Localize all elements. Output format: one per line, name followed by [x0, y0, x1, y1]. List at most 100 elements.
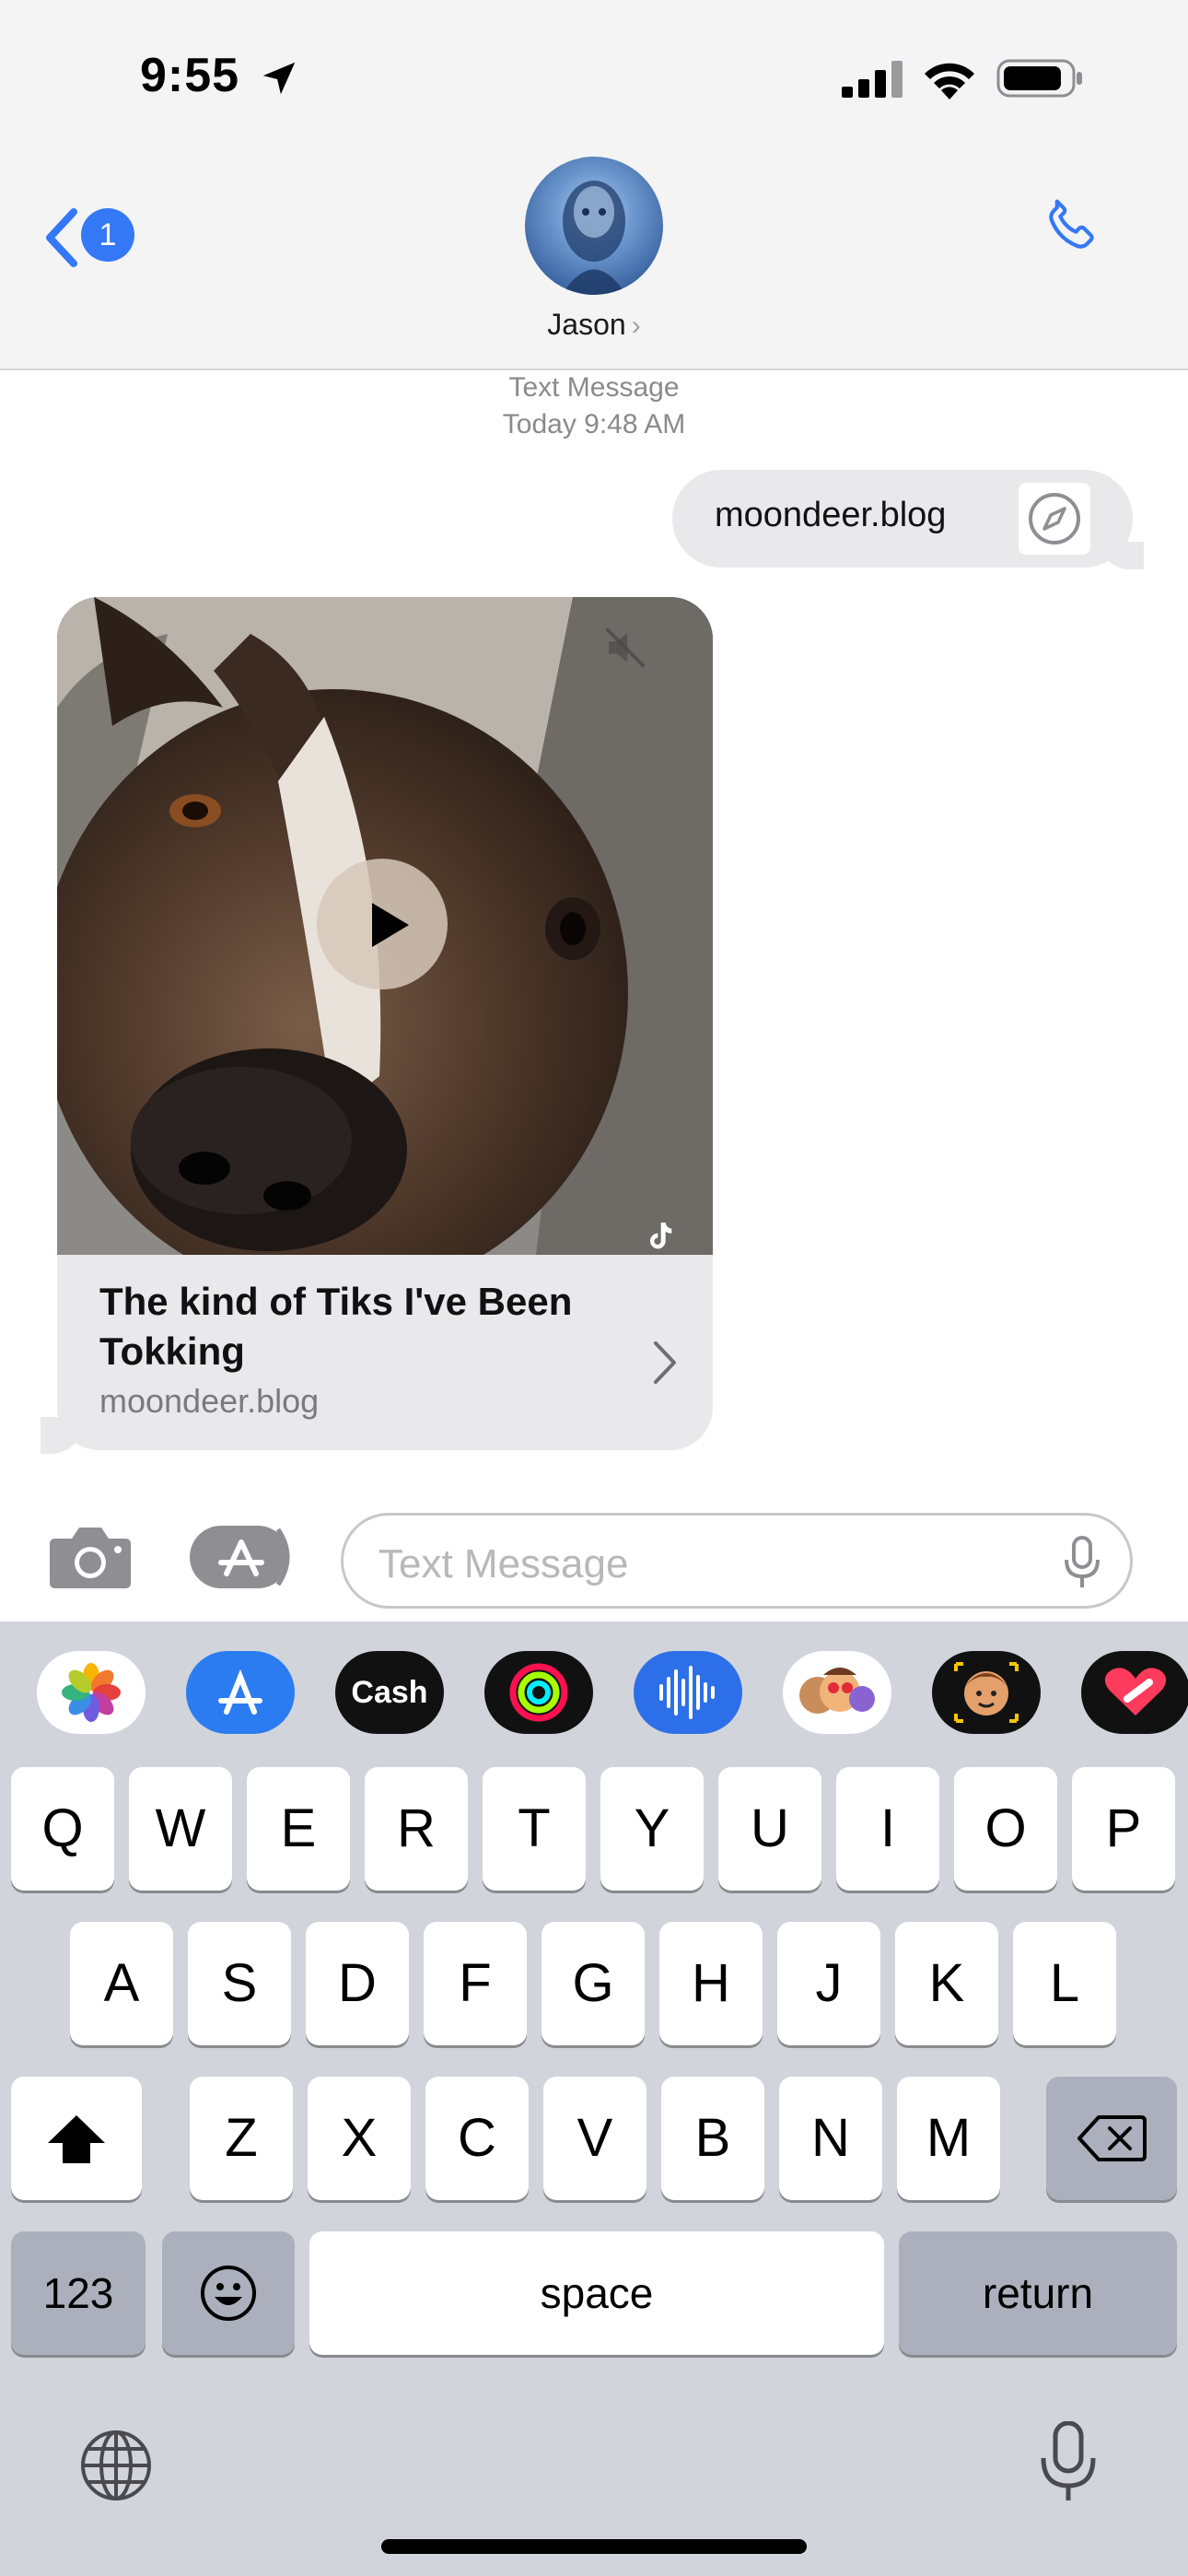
shift-key[interactable] — [11, 2077, 142, 2200]
globe-icon[interactable] — [79, 2429, 153, 2502]
key-a[interactable]: A — [70, 1922, 173, 2045]
key-label: M — [926, 2108, 972, 2168]
key-i[interactable]: I — [836, 1767, 939, 1891]
key-f[interactable]: F — [424, 1922, 527, 2045]
play-icon — [372, 903, 409, 947]
key-z[interactable]: Z — [190, 2077, 293, 2200]
key-d[interactable]: D — [306, 1922, 409, 2045]
avatar-portrait-image — [562, 181, 626, 295]
key-x[interactable]: X — [308, 2077, 411, 2200]
status-time: 9:55 — [140, 49, 240, 102]
key-label: V — [577, 2108, 613, 2168]
link-preview-card[interactable]: The kind of Tiks I've Been Tokking moond… — [57, 597, 713, 1450]
link-preview-title[interactable]: The kind of Tiks I've Been Tokking — [99, 1277, 615, 1376]
apple-cash-app-icon[interactable]: Cash — [335, 1651, 444, 1734]
key-q[interactable]: Q — [11, 1767, 114, 1891]
key-s[interactable]: S — [188, 1922, 291, 2045]
key-u[interactable]: U — [718, 1767, 821, 1891]
imessage-app-drawer: Cash — [0, 1622, 1188, 1760]
key-w[interactable]: W — [129, 1767, 232, 1891]
app-store-icon[interactable] — [190, 1524, 295, 1590]
key-label: T — [518, 1798, 551, 1858]
emoji-key[interactable] — [162, 2231, 295, 2355]
contact-name-label[interactable]: Jason — [547, 308, 625, 341]
phone-icon — [1049, 199, 1094, 249]
app-store-glyph-icon — [218, 1669, 262, 1715]
animoji-app-icon[interactable] — [932, 1651, 1041, 1734]
memoji-face-image — [954, 1662, 1019, 1723]
backspace-icon — [1077, 2115, 1147, 2161]
outgoing-message-text[interactable]: moondeer.blog — [715, 496, 946, 535]
wifi-icon — [925, 63, 974, 100]
chevron-left-icon — [46, 208, 77, 267]
key-y[interactable]: Y — [600, 1767, 704, 1891]
delete-key[interactable] — [1046, 2077, 1177, 2200]
key-g[interactable]: G — [542, 1922, 645, 2045]
home-indicator[interactable] — [381, 2539, 807, 2554]
key-label: A — [103, 1953, 140, 2013]
key-label: F — [459, 1953, 492, 2013]
cellular-signal-icon — [842, 61, 903, 98]
numbers-key[interactable]: 123 — [11, 2231, 146, 2355]
space-key[interactable]: space — [309, 2231, 884, 2355]
digital-touch-app-icon[interactable] — [1081, 1651, 1188, 1734]
key-label: E — [280, 1798, 317, 1858]
conversation-header: 9:55 1 Jason › — [0, 0, 1188, 370]
key-m[interactable]: M — [897, 2077, 1000, 2200]
message-service-label: Text Message — [508, 372, 680, 403]
dictation-mic-icon[interactable] — [1039, 2421, 1098, 2504]
key-p[interactable]: P — [1072, 1767, 1175, 1891]
contact-name[interactable]: Jason › — [0, 308, 1188, 342]
memoji-stickers-app-icon[interactable] — [783, 1651, 891, 1734]
key-label: B — [694, 2108, 731, 2168]
audio-message-app-icon[interactable] — [634, 1651, 742, 1734]
memoji-faces-image — [799, 1668, 875, 1714]
waveform-icon — [659, 1666, 715, 1719]
key-o[interactable]: O — [954, 1767, 1057, 1891]
key-c[interactable]: C — [425, 2077, 529, 2200]
key-label: C — [458, 2108, 496, 2168]
safari-link-tile[interactable] — [1019, 483, 1090, 555]
key-label: Q — [41, 1798, 84, 1858]
key-label: return — [982, 2269, 1094, 2317]
link-preview-domain: moondeer.blog — [99, 1382, 320, 1420]
heart-icon — [1104, 1668, 1167, 1715]
key-j[interactable]: J — [777, 1922, 880, 2045]
return-key[interactable]: return — [899, 2231, 1177, 2355]
contact-avatar[interactable] — [525, 157, 663, 295]
key-label: Z — [225, 2108, 258, 2168]
key-l[interactable]: L — [1013, 1922, 1116, 2045]
key-r[interactable]: R — [365, 1767, 468, 1891]
video-preview[interactable] — [57, 597, 713, 1255]
key-label: U — [751, 1798, 789, 1858]
key-label: R — [397, 1798, 436, 1858]
key-t[interactable]: T — [483, 1767, 586, 1891]
camera-icon[interactable] — [48, 1522, 133, 1590]
photos-app-icon[interactable] — [37, 1651, 146, 1734]
call-button[interactable] — [1039, 195, 1105, 262]
fitness-app-icon[interactable] — [484, 1651, 593, 1734]
key-label: L — [1049, 1953, 1080, 2013]
key-h[interactable]: H — [659, 1922, 763, 2045]
chevron-right-icon — [654, 1341, 676, 1384]
key-label: I — [879, 1798, 896, 1858]
dictation-mic-icon[interactable] — [1064, 1536, 1101, 1589]
key-label: K — [928, 1953, 965, 2013]
key-label: 123 — [42, 2269, 114, 2317]
app-store-app-icon[interactable] — [186, 1651, 295, 1734]
activity-rings-icon — [509, 1663, 568, 1722]
key-label: H — [692, 1953, 730, 2013]
key-label: space — [540, 2269, 654, 2317]
play-button[interactable] — [317, 859, 448, 989]
unread-count-badge[interactable]: 1 — [81, 208, 134, 262]
safari-compass-icon — [1029, 493, 1080, 544]
apple-cash-label: Cash — [351, 1675, 428, 1710]
key-v[interactable]: V — [543, 2077, 646, 2200]
key-label: P — [1105, 1798, 1142, 1858]
message-input[interactable]: Text Message — [341, 1513, 1133, 1609]
key-k[interactable]: K — [895, 1922, 998, 2045]
muted-speaker-icon[interactable] — [600, 623, 650, 673]
key-e[interactable]: E — [247, 1767, 350, 1891]
key-b[interactable]: B — [661, 2077, 764, 2200]
key-n[interactable]: N — [779, 2077, 882, 2200]
